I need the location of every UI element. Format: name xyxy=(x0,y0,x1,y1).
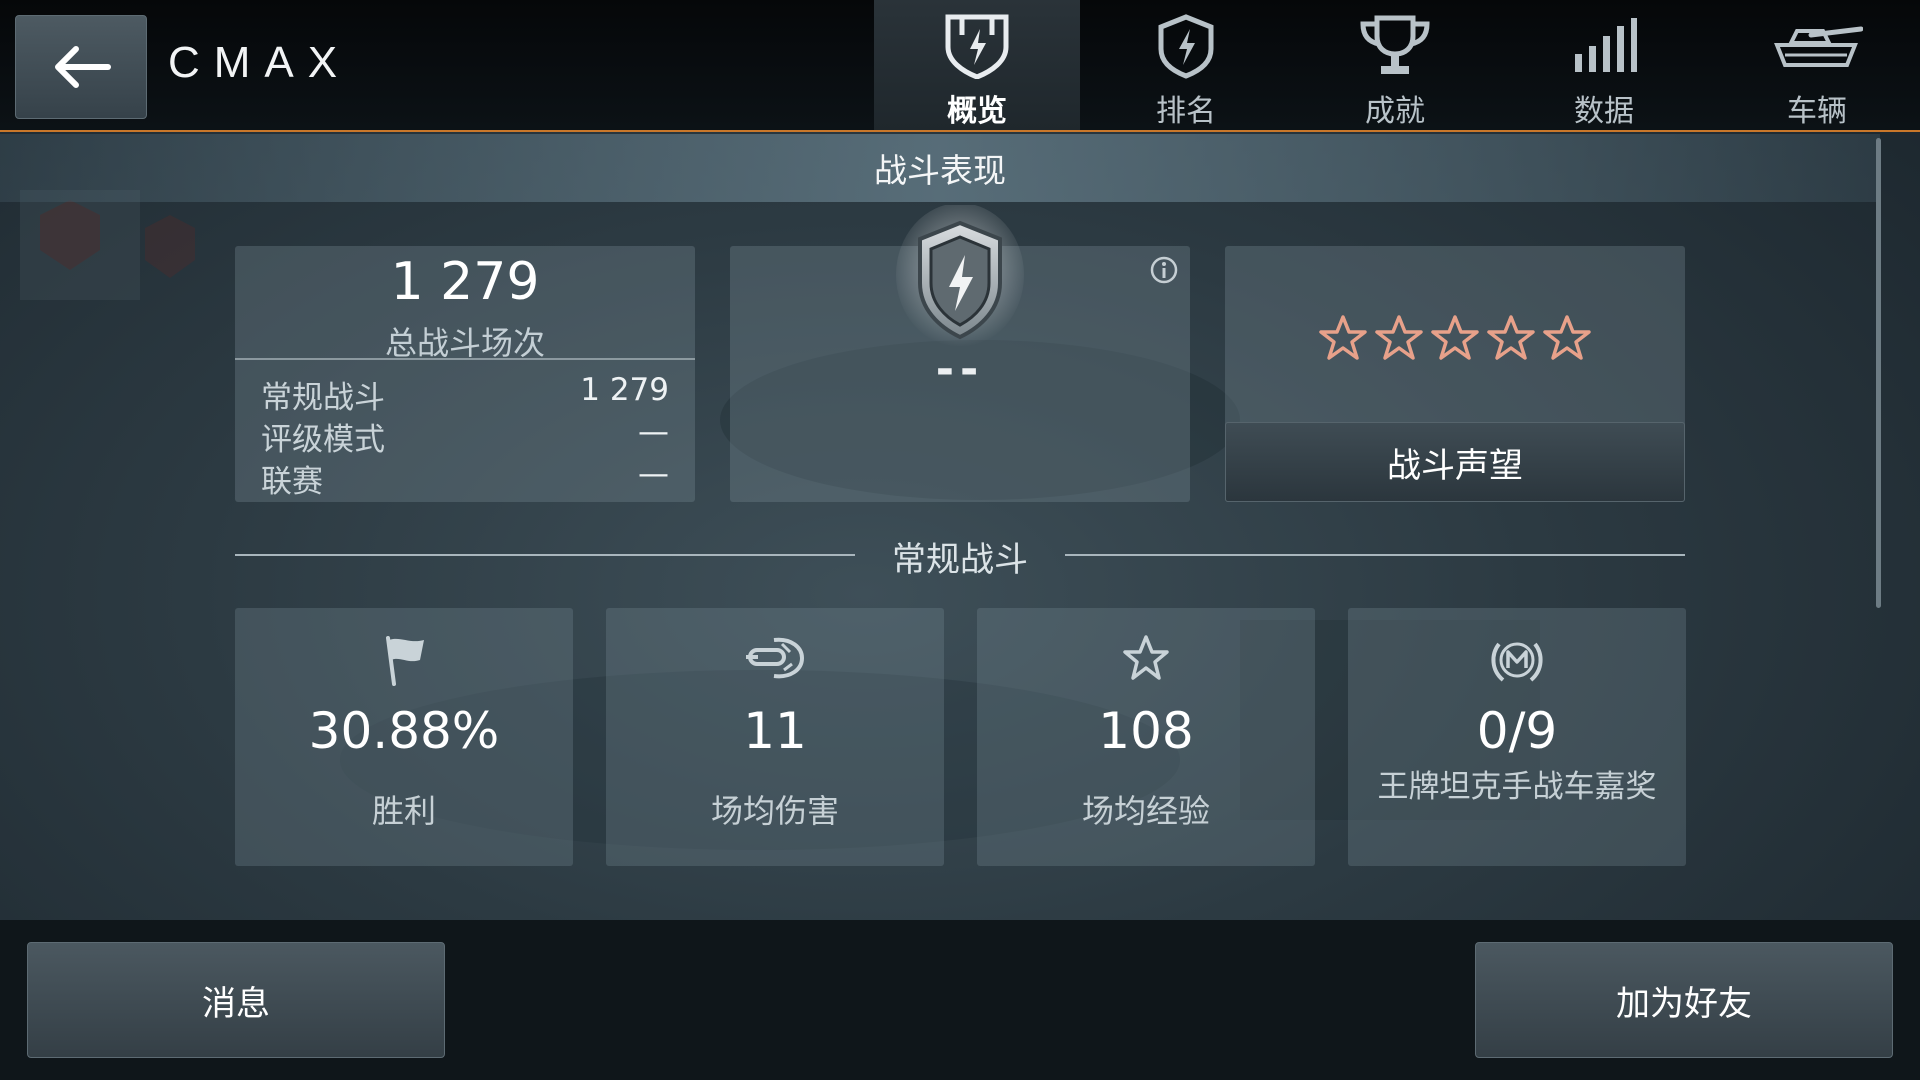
battle-row-label: 联赛 xyxy=(261,464,323,500)
tank-icon xyxy=(1771,12,1863,80)
battle-row-label: 评级模式 xyxy=(261,422,385,458)
tab-ranking[interactable]: 排名 xyxy=(1083,0,1289,130)
mastery-value: 0/9 xyxy=(1476,702,1558,760)
arrow-left-icon xyxy=(55,46,111,88)
battle-row-league: 联赛 — xyxy=(261,456,669,500)
winrate-value: 30.88% xyxy=(308,702,500,760)
tab-label: 数据 xyxy=(1574,94,1634,129)
avg-damage-value: 11 xyxy=(743,702,807,760)
stat-card-winrate: 30.88% 胜利 xyxy=(235,608,573,866)
stat-card-avg-xp: 108 场均经验 xyxy=(977,608,1315,866)
ranking-icon xyxy=(1155,12,1217,80)
shield-tab-icon xyxy=(942,12,1012,80)
rating-shield-icon xyxy=(896,205,1024,347)
add-friend-button[interactable]: 加为好友 xyxy=(1475,942,1893,1058)
avg-damage-label: 场均伤害 xyxy=(710,792,839,830)
battle-reputation-button[interactable]: 战斗声望 xyxy=(1225,422,1685,502)
star-icon xyxy=(1375,315,1423,360)
tab-data[interactable]: 数据 xyxy=(1501,0,1707,130)
battle-row-regular: 常规战斗 1 279 xyxy=(261,372,669,416)
tab-achievements[interactable]: 成就 xyxy=(1292,0,1498,130)
battle-row-label: 常规战斗 xyxy=(261,380,385,416)
avg-xp-label: 场均经验 xyxy=(1081,792,1210,830)
section-header: 战斗表现 xyxy=(0,134,1880,202)
reputation-stars xyxy=(1225,314,1685,362)
section-title: 战斗表现 xyxy=(874,151,1006,190)
mastery-badge-icon xyxy=(1491,642,1543,682)
top-bar: CMAX 概览 排名 成就 数据 车辆 xyxy=(0,0,1920,132)
tab-label: 车辆 xyxy=(1787,94,1847,129)
battles-panel: 1 279 总战斗场次 常规战斗 1 279 评级模式 — 联赛 — xyxy=(235,246,695,502)
trophy-icon xyxy=(1355,12,1435,80)
message-button[interactable]: 消息 xyxy=(27,942,445,1058)
regular-battles-title: 常规战斗 xyxy=(892,540,1028,580)
tab-overview[interactable]: 概览 xyxy=(874,0,1080,130)
star-icon xyxy=(1319,315,1367,360)
tab-label: 成就 xyxy=(1365,94,1425,129)
star-icon xyxy=(1543,315,1591,360)
battle-row-rating: 评级模式 — xyxy=(261,414,669,458)
back-button[interactable] xyxy=(15,15,147,119)
winrate-label: 胜利 xyxy=(371,792,436,830)
divider xyxy=(235,358,695,360)
stat-card-avg-damage: 11 场均伤害 xyxy=(606,608,944,866)
star-icon xyxy=(1431,315,1479,360)
tab-label: 排名 xyxy=(1156,94,1216,129)
tab-vehicles[interactable]: 车辆 xyxy=(1714,0,1920,130)
battle-row-value: — xyxy=(638,456,669,492)
battle-row-value: — xyxy=(638,414,669,450)
star-icon xyxy=(1123,635,1169,680)
stat-card-mastery: 0/9 王牌坦克手战车嘉奖 xyxy=(1348,608,1686,866)
battle-row-value: 1 279 xyxy=(580,372,669,408)
info-icon[interactable] xyxy=(1150,256,1178,284)
player-name: CMAX xyxy=(168,38,352,87)
flag-icon xyxy=(386,636,424,686)
tab-label: 概览 xyxy=(947,94,1007,129)
bar-signal-icon xyxy=(1571,12,1637,80)
avg-xp-value: 108 xyxy=(1098,702,1194,760)
mastery-label: 王牌坦克手战车嘉奖 xyxy=(1377,769,1657,805)
total-battles-value: 1 279 xyxy=(390,252,540,312)
star-icon xyxy=(1487,315,1535,360)
shell-damage-icon xyxy=(746,637,805,679)
